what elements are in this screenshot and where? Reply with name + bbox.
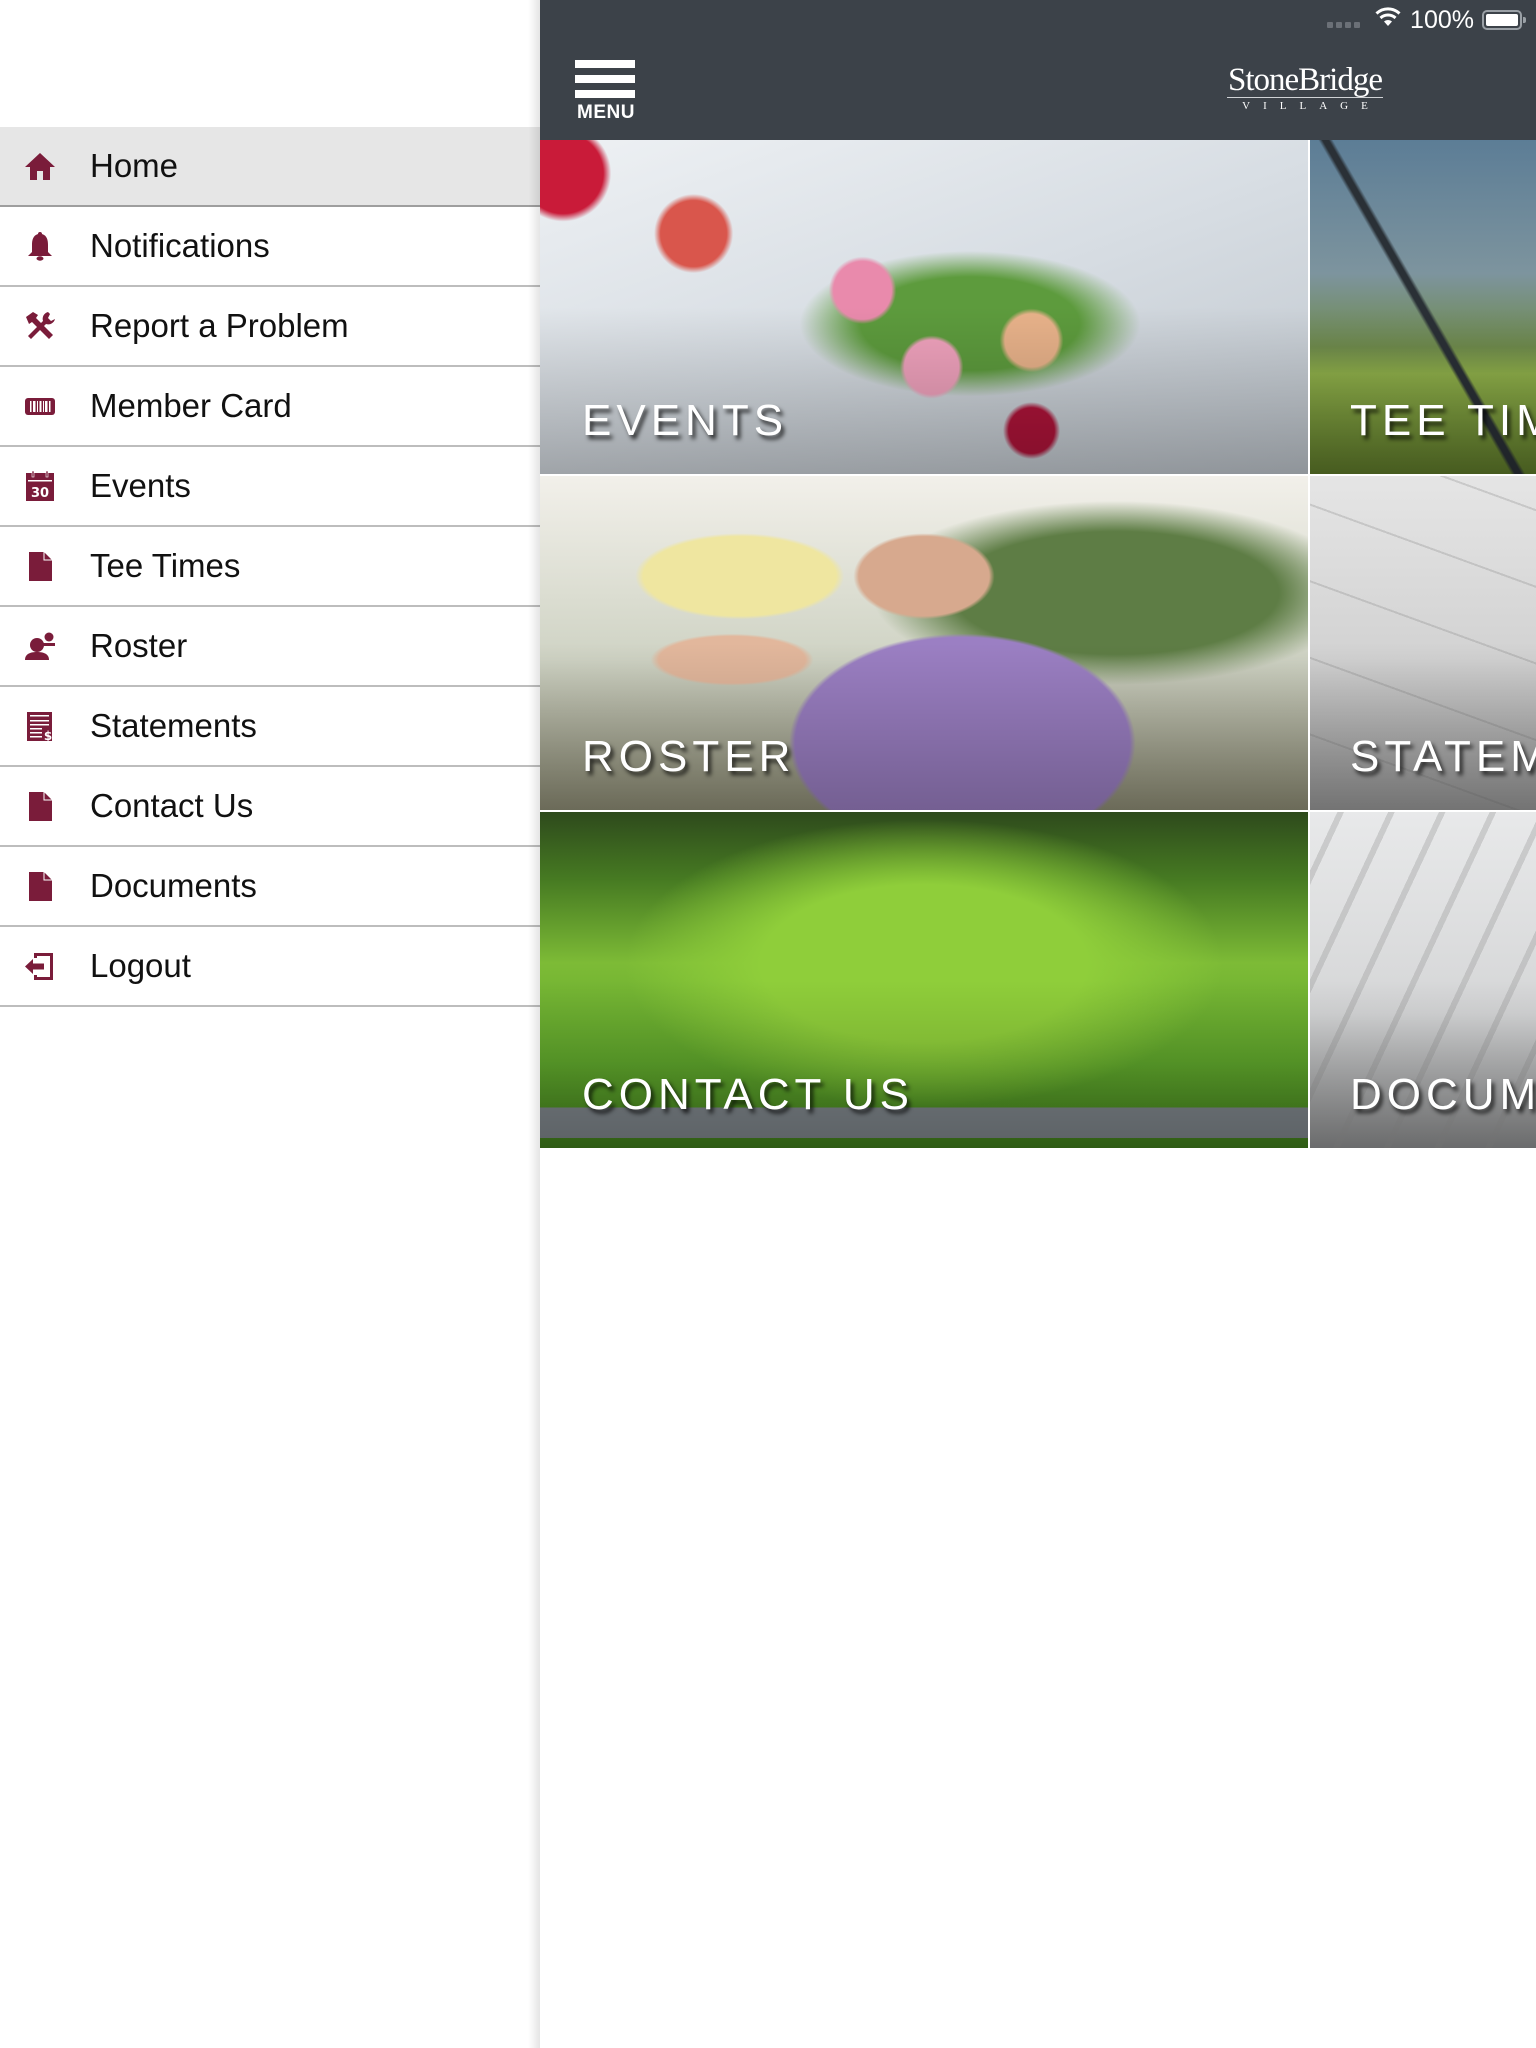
sidebar-item-label: Statements [90, 707, 257, 744]
sidebar-item-label: Logout [90, 947, 191, 984]
tile-documents[interactable]: DOCUMENTS [1310, 812, 1536, 1148]
status-bar: 100% [1327, 4, 1526, 36]
statement-dollar-icon: $ [20, 706, 60, 746]
sidebar-item-label: Contact Us [90, 787, 254, 824]
tile-label: ROSTER [582, 732, 796, 781]
logout-icon [20, 946, 60, 986]
tile-label: EVENTS [582, 396, 789, 445]
menu-button[interactable]: MENU [575, 58, 635, 124]
people-icon [20, 626, 60, 666]
battery-percent: 100% [1410, 5, 1474, 34]
sidebar-item-documents[interactable]: Documents [0, 847, 540, 927]
tile-contact-us[interactable]: CONTACT US [540, 812, 1308, 1148]
stonebridge-village-logo: StoneBridge VILLAGE [1200, 64, 1410, 112]
calendar-icon-day: 30 [31, 486, 49, 501]
sidebar-item-statements[interactable]: $ Statements [0, 687, 540, 767]
sidebar-item-tee-times[interactable]: Tee Times [0, 527, 540, 607]
calendar-icon: 30 [20, 466, 60, 506]
sidebar-item-events[interactable]: 30 Events [0, 447, 540, 527]
document-icon [20, 546, 60, 586]
hamburger-menu-icon-bar [575, 90, 635, 98]
hamburger-menu-icon [575, 60, 635, 68]
cellular-signal-icon [1327, 12, 1361, 28]
tile-roster[interactable]: ROSTER [540, 476, 1308, 810]
tile-tee-times[interactable]: TEE TIMES [1310, 140, 1536, 474]
sidebar-item-label: Documents [90, 867, 257, 904]
side-menu-list: Home Notifications Report a Problem Memb… [0, 127, 540, 1007]
tile-statements[interactable]: STATEMENTS [1310, 476, 1536, 810]
tile-label: CONTACT US [582, 1070, 914, 1119]
document-icon [20, 786, 60, 826]
tile-shade [1310, 980, 1536, 1148]
home-panel: 100% MENU StoneBridge VILLAGE EVENTS TEE… [540, 0, 1536, 2048]
top-bar: 100% MENU StoneBridge VILLAGE [540, 0, 1536, 140]
sidebar-item-report-a-problem[interactable]: Report a Problem [0, 287, 540, 367]
sidebar-item-label: Report a Problem [90, 307, 349, 344]
tile-shade [1310, 643, 1536, 810]
tile-events[interactable]: EVENTS [540, 140, 1308, 474]
sidebar-item-label: Member Card [90, 387, 292, 424]
sidebar-item-member-card[interactable]: Member Card [0, 367, 540, 447]
sidebar-item-label: Tee Times [90, 547, 241, 584]
barcode-card-icon [20, 386, 60, 426]
sidebar-item-label: Home [90, 147, 179, 184]
wifi-icon [1374, 6, 1402, 35]
tile-label: TEE TIMES [1350, 396, 1536, 445]
tile-shade [1310, 307, 1536, 474]
logo-subtitle: VILLAGE [1242, 100, 1381, 112]
sidebar-item-roster[interactable]: Roster [0, 607, 540, 687]
side-menu: Home Notifications Report a Problem Memb… [0, 0, 540, 2048]
tile-shade [540, 643, 1308, 810]
logo-name: StoneBridge [1228, 62, 1383, 98]
svg-text:$: $ [44, 729, 52, 743]
sidebar-item-label: Roster [90, 627, 188, 664]
bell-icon [20, 226, 60, 266]
tile-shade [540, 980, 1308, 1148]
sidebar-item-label: Notifications [90, 227, 270, 264]
sidebar-item-contact-us[interactable]: Contact Us [0, 767, 540, 847]
sidebar-item-label: Events [90, 467, 191, 504]
document-icon [20, 866, 60, 906]
home-icon [20, 146, 60, 186]
battery-icon [1482, 10, 1526, 30]
tools-icon [20, 306, 60, 346]
sidebar-item-notifications[interactable]: Notifications [0, 207, 540, 287]
menu-label: MENU [577, 102, 635, 123]
sidebar-item-logout[interactable]: Logout [0, 927, 540, 1007]
hamburger-menu-icon-bar [575, 75, 635, 83]
sidebar-item-home[interactable]: Home [0, 127, 540, 207]
tile-label: DOCUMENTS [1350, 1070, 1536, 1119]
tile-label: STATEMENTS [1350, 732, 1536, 781]
tile-shade [540, 307, 1308, 474]
